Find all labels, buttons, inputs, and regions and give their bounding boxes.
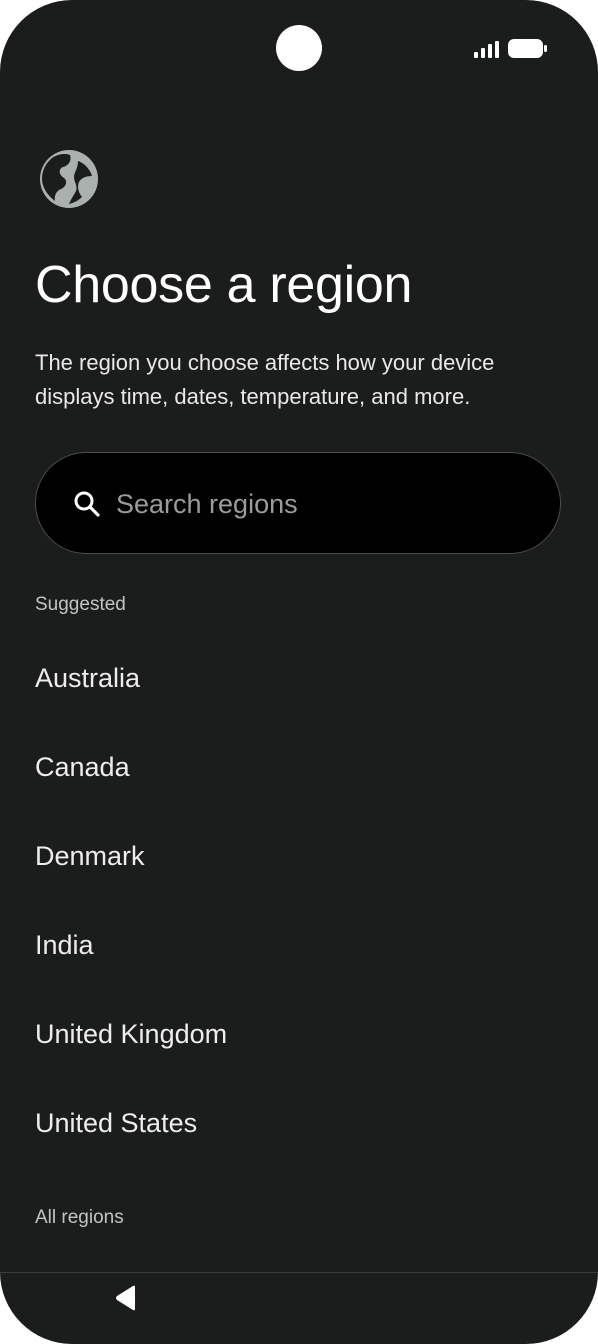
region-item-denmark[interactable]: Denmark (0, 812, 598, 901)
region-item-canada[interactable]: Canada (0, 723, 598, 812)
region-item-united-states[interactable]: United States (0, 1079, 598, 1168)
suggested-region-list: Australia Canada Denmark India United Ki… (0, 634, 598, 1168)
region-item-australia[interactable]: Australia (0, 634, 598, 723)
globe-icon (40, 150, 98, 208)
status-bar-icons (474, 39, 548, 58)
region-item-india[interactable]: India (0, 901, 598, 990)
page-title: Choose a region (35, 256, 413, 314)
phone-screen: Choose a region The region you choose af… (0, 0, 598, 1344)
page-description: The region you choose affects how your d… (35, 350, 495, 409)
back-button[interactable] (106, 1278, 146, 1318)
cellular-signal-icon (474, 41, 499, 58)
battery-icon (508, 39, 547, 58)
search-icon (74, 491, 100, 517)
nav-bar-divider (0, 1272, 598, 1273)
section-header-suggested: Suggested (35, 594, 126, 615)
back-triangle-icon (116, 1285, 135, 1311)
region-item-united-kingdom[interactable]: United Kingdom (0, 990, 598, 1079)
camera-cutout (276, 25, 322, 71)
search-bar[interactable] (35, 452, 561, 554)
search-input[interactable] (116, 479, 536, 529)
section-header-all-regions: All regions (35, 1207, 124, 1228)
